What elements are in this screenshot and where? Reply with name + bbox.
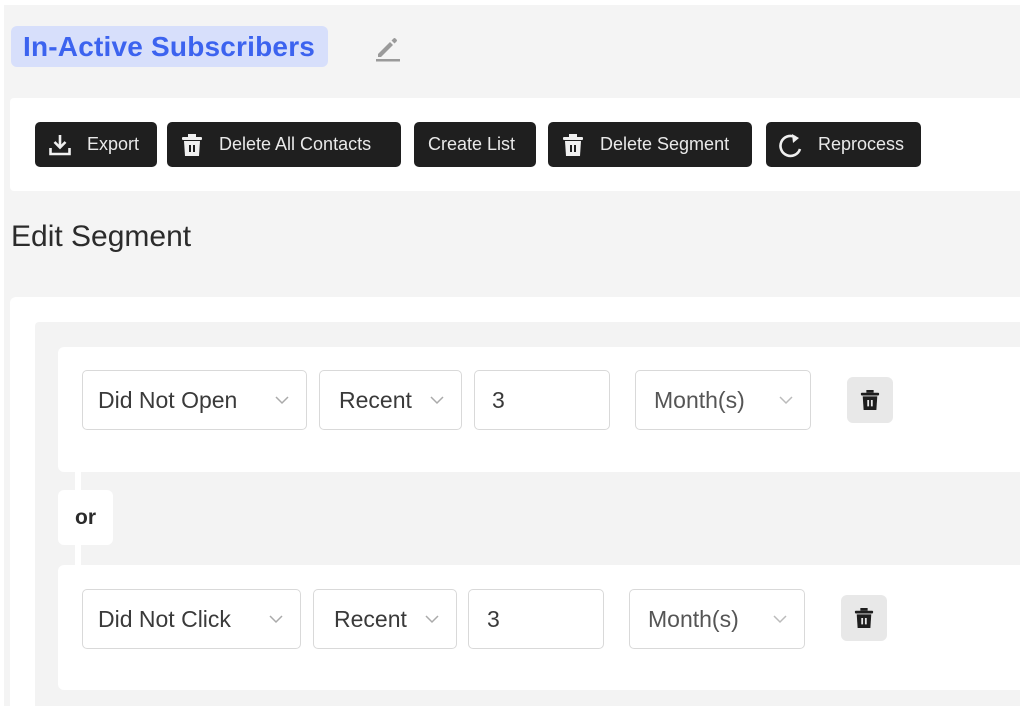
amount-value: 3 [492,386,505,413]
timeframe-select[interactable]: Recent [313,589,457,649]
reprocess-label: Reprocess [818,134,905,154]
delete-rule-button[interactable] [841,595,887,641]
segment-name: In-Active Subscribers [23,30,316,62]
create-list-button[interactable]: Create List [414,122,536,167]
edit-segment-heading: Edit Segment [11,220,192,253]
condition-value: Did Not Click [98,605,231,632]
amount-value: 3 [487,605,500,632]
delete-all-contacts-button[interactable]: Delete All Contacts [167,122,401,167]
condition-value: Did Not Open [98,386,238,413]
chevron-down-icon [773,615,787,624]
chevron-down-icon [430,396,444,405]
unit-value: Month(s) [654,386,745,413]
chevron-down-icon [275,396,289,405]
delete-segment-label: Delete Segment [600,134,730,154]
create-list-label: Create List [428,134,516,154]
amount-input[interactable]: 3 [468,589,604,649]
trash-icon [854,608,874,628]
unit-value: Month(s) [648,605,739,632]
action-toolbar: Export Delete All Contacts Create List D… [10,98,1020,191]
reprocess-button[interactable]: Reprocess [766,122,921,167]
or-label: or [75,505,96,529]
amount-input[interactable]: 3 [474,370,610,430]
or-operator[interactable]: or [58,490,113,545]
timeframe-select[interactable]: Recent [319,370,462,430]
export-label: Export [87,134,140,154]
delete-all-contacts-label: Delete All Contacts [219,134,372,154]
chevron-down-icon [269,615,283,624]
timeframe-value: Recent [339,386,412,413]
unit-select[interactable]: Month(s) [635,370,811,430]
trash-icon [860,390,880,410]
condition-select[interactable]: Did Not Click [82,589,301,649]
trash-icon [179,132,205,158]
trash-icon [560,132,586,158]
chevron-down-icon [425,615,439,624]
timeframe-value: Recent [334,605,407,632]
pencil-icon[interactable] [372,33,402,63]
unit-select[interactable]: Month(s) [629,589,805,649]
delete-segment-button[interactable]: Delete Segment [548,122,752,167]
chevron-down-icon [779,396,793,405]
refresh-icon [778,132,804,158]
delete-rule-button[interactable] [847,377,893,423]
export-button[interactable]: Export [35,122,157,167]
condition-select[interactable]: Did Not Open [82,370,307,430]
download-icon [47,132,73,158]
segment-name-badge: In-Active Subscribers [11,26,329,67]
